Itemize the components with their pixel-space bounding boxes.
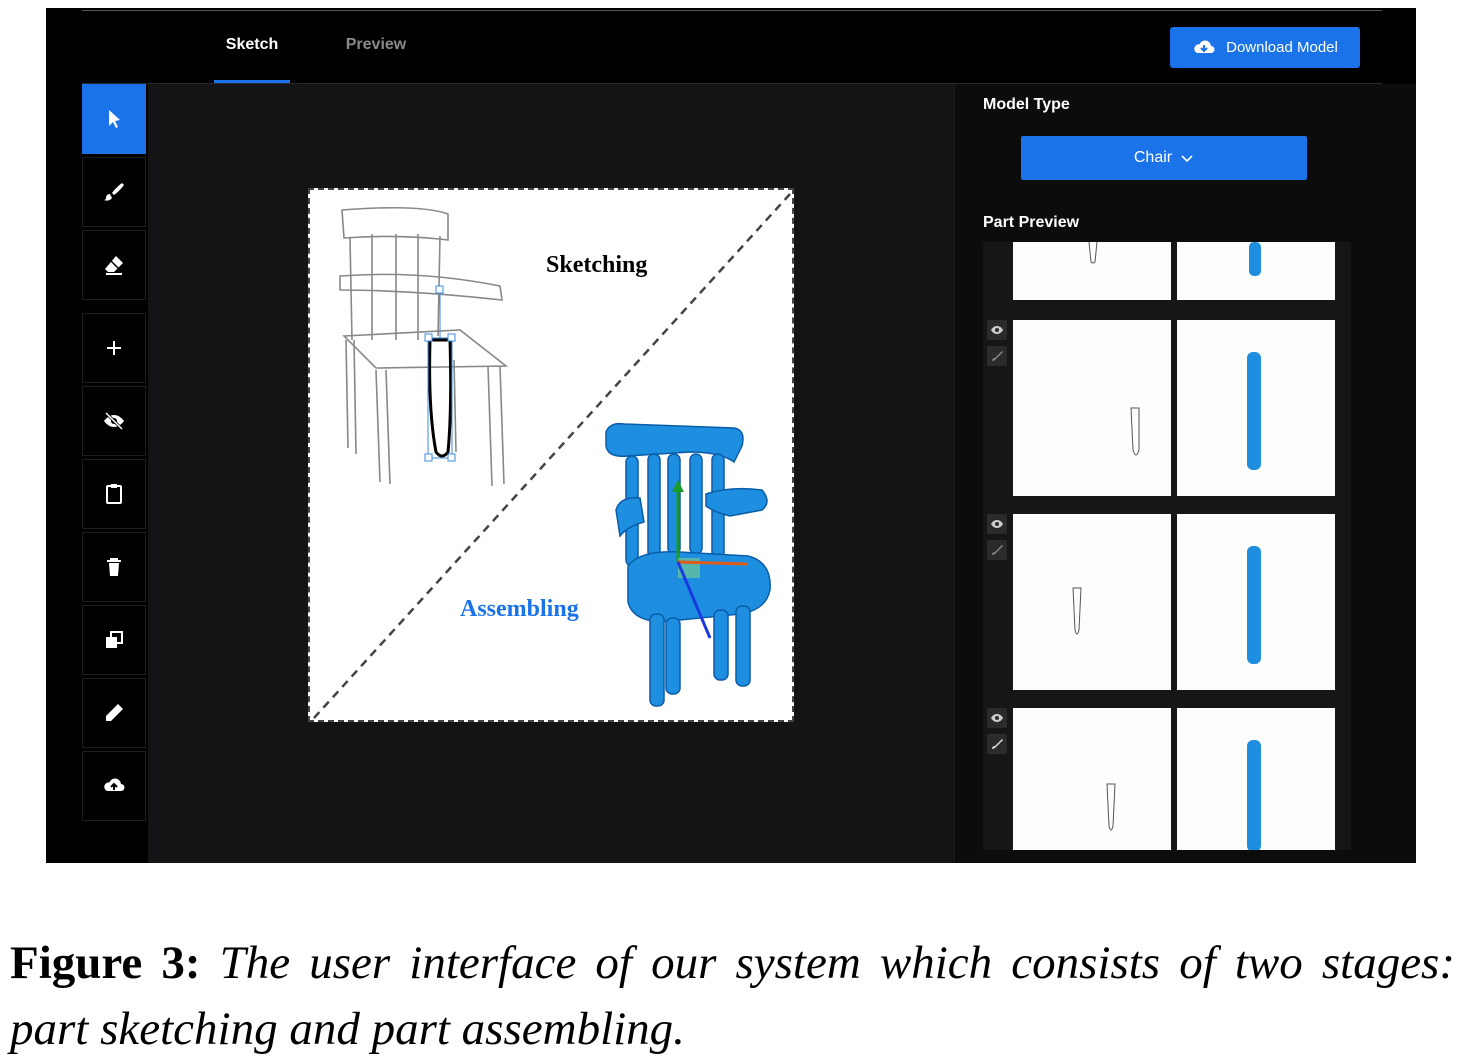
part-preview-label: Part Preview xyxy=(983,214,1080,231)
eraser-icon xyxy=(105,256,123,275)
tab-preview[interactable]: Preview xyxy=(326,36,426,54)
list-item[interactable] xyxy=(983,320,1351,496)
download-model-button[interactable]: Download Model xyxy=(1170,27,1360,68)
download-model-label: Download Model xyxy=(1226,39,1338,56)
brush-icon xyxy=(104,183,124,201)
sketching-stage-label: Sketching xyxy=(546,252,648,278)
select-tool[interactable] xyxy=(82,84,146,154)
plus-icon xyxy=(107,341,121,355)
trash-icon xyxy=(107,558,121,576)
eye-icon[interactable] xyxy=(987,320,1007,340)
sketched-chair xyxy=(339,206,509,487)
brush-icon[interactable] xyxy=(987,734,1007,754)
upload-tool[interactable] xyxy=(82,751,146,821)
model-type-dropdown[interactable]: Chair xyxy=(1021,136,1307,180)
tab-sketch[interactable]: Sketch xyxy=(214,36,290,54)
pencil-icon xyxy=(106,704,123,721)
part-sketch-thumbnail xyxy=(1013,708,1171,850)
model-type-label: Model Type xyxy=(983,96,1070,113)
list-item[interactable] xyxy=(983,514,1351,690)
eye-icon[interactable] xyxy=(987,514,1007,534)
part-controls xyxy=(987,320,1009,372)
caption-prefix: Figure 3: xyxy=(10,937,201,989)
duplicate-tool[interactable] xyxy=(82,605,146,675)
part-controls xyxy=(987,708,1009,760)
caption-text: The user interface of our system which c… xyxy=(10,937,1456,1055)
top-divider xyxy=(82,10,1382,11)
part-3d-thumbnail xyxy=(1177,242,1335,300)
brush-tool[interactable] xyxy=(82,157,146,227)
model-type-value: Chair xyxy=(1133,149,1173,166)
list-item[interactable] xyxy=(983,242,1351,302)
sketch-board[interactable]: Sketching Assembling xyxy=(308,188,794,722)
eraser-tool[interactable] xyxy=(82,230,146,300)
add-part-tool[interactable] xyxy=(82,313,146,383)
selected-sketch-part xyxy=(424,285,456,462)
left-toolbar xyxy=(82,84,148,824)
right-panel: Model Type Chair Part Preview xyxy=(954,84,1416,863)
brush-icon[interactable] xyxy=(987,346,1007,366)
assembling-stage-label: Assembling xyxy=(460,596,579,622)
figure-caption: Figure 3: The user interface of our syst… xyxy=(10,930,1455,1062)
cloud-download-icon xyxy=(1194,39,1215,53)
hide-part-tool[interactable] xyxy=(82,386,146,456)
cursor-icon xyxy=(109,110,120,128)
part-preview-list[interactable] xyxy=(983,242,1351,850)
eye-icon[interactable] xyxy=(987,708,1007,728)
eye-off-icon xyxy=(104,411,124,431)
delete-tool[interactable] xyxy=(82,532,146,602)
brush-icon[interactable] xyxy=(987,540,1007,560)
cloud-upload-icon xyxy=(104,778,125,791)
app-window: Sketch Preview Download Model Sketching … xyxy=(46,8,1416,863)
chevron-down-icon xyxy=(1181,155,1193,163)
part-sketch-thumbnail xyxy=(1013,242,1171,300)
clipboard-icon xyxy=(106,484,122,504)
top-bar: Sketch Preview Download Model xyxy=(46,8,1416,84)
list-item[interactable] xyxy=(983,708,1351,850)
part-sketch-thumbnail xyxy=(1013,320,1171,496)
part-sketch-thumbnail xyxy=(1013,514,1171,690)
clipboard-tool[interactable] xyxy=(82,459,146,529)
copy-icon xyxy=(106,631,123,648)
part-3d-thumbnail xyxy=(1177,320,1335,496)
drawing-canvas-area[interactable]: Sketching Assembling xyxy=(148,84,954,863)
part-3d-thumbnail xyxy=(1177,708,1335,850)
part-3d-thumbnail xyxy=(1177,514,1335,690)
part-controls xyxy=(987,514,1009,566)
pencil-tool[interactable] xyxy=(82,678,146,748)
